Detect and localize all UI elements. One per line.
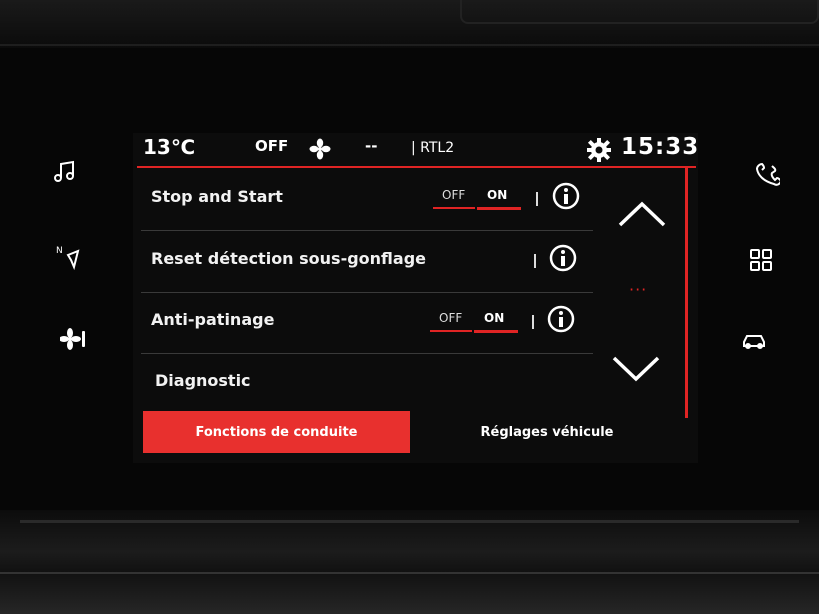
bezel-bottom bbox=[0, 510, 819, 614]
fan-state[interactable]: OFF bbox=[255, 137, 288, 155]
chevron-down-icon[interactable] bbox=[611, 355, 661, 383]
chevron-up-icon[interactable] bbox=[617, 200, 667, 228]
info-icon[interactable] bbox=[547, 305, 575, 333]
navigation-icon[interactable]: N bbox=[50, 239, 86, 275]
bezel-top bbox=[0, 0, 819, 48]
toggle-underline bbox=[433, 207, 475, 209]
page-indicator: ··· bbox=[629, 280, 648, 299]
setting-row-diagnostic[interactable]: Diagnostic bbox=[141, 354, 593, 414]
svg-text:N: N bbox=[56, 246, 63, 256]
setting-label: Stop and Start bbox=[151, 187, 283, 206]
toggle-off-label: OFF bbox=[442, 188, 466, 202]
separator bbox=[532, 315, 534, 329]
toggle-active-indicator bbox=[477, 207, 521, 210]
setting-row-reset-sous-gonflage[interactable]: Reset détection sous-gonflage bbox=[141, 232, 593, 293]
phone-icon[interactable] bbox=[748, 157, 784, 193]
climate-fan-icon[interactable] bbox=[56, 321, 92, 357]
setting-row-stop-and-start[interactable]: Stop and Start OFF ON bbox=[141, 170, 593, 231]
fan-level[interactable]: -- bbox=[365, 137, 377, 155]
settings-list: Stop and Start OFF ON Reset détection so… bbox=[141, 170, 593, 415]
toggle-off-label: OFF bbox=[439, 311, 463, 325]
music-note-icon[interactable] bbox=[47, 154, 83, 190]
toggle-underline bbox=[430, 330, 472, 332]
tab-reglages-vehicule[interactable]: Réglages véhicule bbox=[413, 411, 681, 453]
setting-label: Anti-patinage bbox=[151, 310, 275, 329]
tab-bar: Fonctions de conduite Réglages véhicule bbox=[143, 411, 681, 453]
bezel-slot bbox=[460, 0, 819, 24]
accent-line bbox=[137, 166, 696, 168]
scroll-controls: ··· bbox=[595, 170, 685, 415]
bezel-divider bbox=[20, 520, 799, 523]
fan-icon[interactable] bbox=[309, 138, 331, 164]
stop-and-start-toggle[interactable]: OFF ON bbox=[433, 188, 523, 210]
car-icon[interactable] bbox=[736, 324, 772, 360]
clock: 15:33 bbox=[621, 134, 700, 160]
toggle-on-label: ON bbox=[484, 311, 505, 325]
radio-station[interactable]: | RTL2 bbox=[411, 140, 454, 156]
tab-fonctions-de-conduite[interactable]: Fonctions de conduite bbox=[143, 411, 410, 453]
anti-patinage-toggle[interactable]: OFF ON bbox=[430, 311, 520, 333]
setting-label: Diagnostic bbox=[155, 371, 251, 390]
temperature-readout[interactable]: 13℃ bbox=[143, 135, 195, 159]
accent-line bbox=[685, 168, 688, 418]
bezel-divider bbox=[0, 572, 819, 574]
setting-row-anti-patinage[interactable]: Anti-patinage OFF ON bbox=[141, 293, 593, 354]
gear-icon[interactable] bbox=[586, 137, 612, 167]
separator bbox=[536, 192, 538, 206]
status-bar: 13℃ OFF -- | RTL2 15:33 bbox=[133, 133, 698, 165]
toggle-active-indicator bbox=[474, 330, 518, 333]
toggle-on-label: ON bbox=[487, 188, 508, 202]
setting-label: Reset détection sous-gonflage bbox=[151, 249, 427, 268]
info-icon[interactable] bbox=[549, 244, 577, 272]
info-icon[interactable] bbox=[552, 182, 580, 210]
bezel-divider bbox=[0, 44, 819, 46]
apps-grid-icon[interactable] bbox=[743, 242, 779, 278]
infotainment-screen: 13℃ OFF -- | RTL2 15:33 Stop and Start O… bbox=[133, 133, 698, 463]
separator bbox=[534, 254, 536, 268]
